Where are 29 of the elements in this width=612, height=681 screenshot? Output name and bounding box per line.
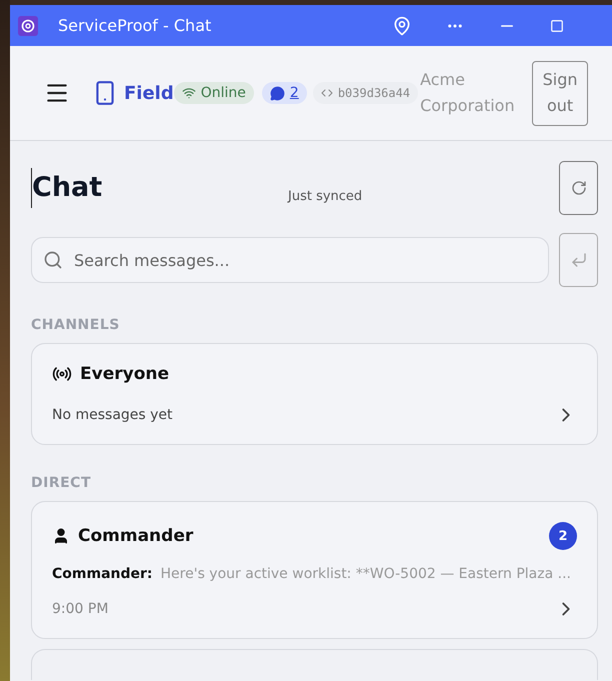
location-pin-icon[interactable] bbox=[392, 16, 412, 36]
build-badge: b039d36a44 bbox=[312, 82, 418, 104]
refresh-icon bbox=[570, 180, 586, 196]
sync-status: Just synced bbox=[288, 188, 364, 204]
section-label: CHANNELS bbox=[31, 317, 121, 333]
window-title: ServiceProof - Chat bbox=[58, 16, 212, 35]
search-icon bbox=[43, 250, 63, 270]
unread-badge: 2 bbox=[549, 522, 577, 550]
refresh-button[interactable] bbox=[559, 161, 598, 215]
chat-card[interactable]: Commander 2 Commander: Here's your active worklist: **WO-5002 — Eastern Plaza ... 9:00 PM bbox=[31, 501, 598, 639]
search-field[interactable]: Search messages... bbox=[31, 237, 549, 283]
sign-out-button[interactable]: Sign out bbox=[532, 60, 588, 126]
messages-badge[interactable]: 2 bbox=[262, 82, 307, 104]
message-preview: No messages yet bbox=[52, 407, 174, 423]
page-title: Chat bbox=[31, 168, 288, 208]
app-logo-icon bbox=[18, 16, 38, 36]
chat-card[interactable]: Everyone No messages yet bbox=[31, 343, 598, 445]
person-icon bbox=[52, 527, 70, 545]
brand-name: Field bbox=[124, 82, 174, 104]
organization-name: Acme Corporation bbox=[420, 69, 516, 117]
maximize-icon[interactable] bbox=[550, 18, 564, 32]
message-time: 9:00 PM bbox=[52, 601, 110, 617]
status-badge: Online bbox=[174, 82, 254, 104]
chat-name: Everyone bbox=[80, 364, 170, 384]
sender-name: Commander: bbox=[52, 566, 153, 582]
message-preview: Here's your active worklist: **WO-5002 — Eastern Plaza ... bbox=[160, 566, 572, 582]
enter-icon bbox=[570, 251, 588, 269]
chat-name: Commander bbox=[78, 526, 194, 546]
section-label: DIRECT bbox=[31, 475, 92, 491]
